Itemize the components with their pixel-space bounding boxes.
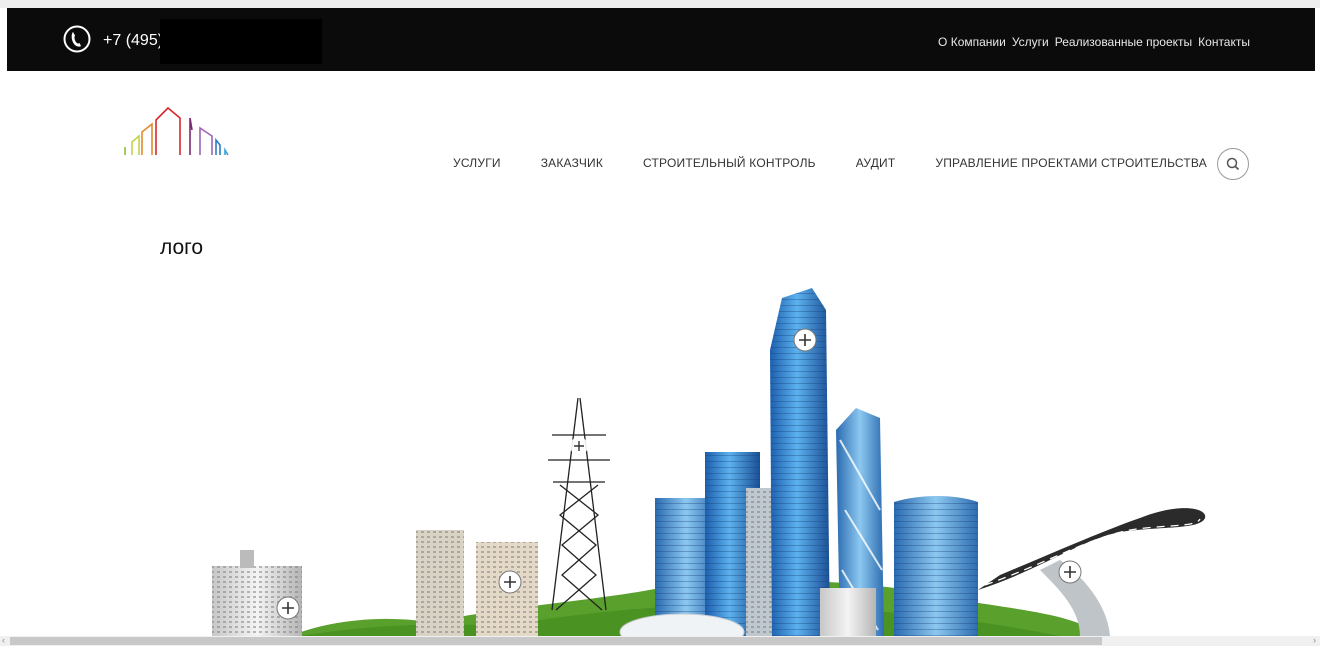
hero-illustration <box>212 288 1206 636</box>
plus-icon <box>1058 560 1082 584</box>
logo-image[interactable] <box>120 100 260 160</box>
top-link-services[interactable]: Услуги <box>1012 35 1049 49</box>
building-grey-small <box>820 588 876 636</box>
top-link-about[interactable]: О Компании <box>938 35 1006 49</box>
building-residential-1 <box>416 530 464 636</box>
scroll-right-icon[interactable]: › <box>1313 635 1316 645</box>
plus-icon <box>793 328 817 352</box>
scrollbar-thumb[interactable] <box>10 637 1102 645</box>
plus-icon <box>276 596 300 620</box>
main-nav: УСЛУГИ ЗАКАЗЧИК СТРОИТЕЛЬНЫЙ КОНТРОЛЬ АУ… <box>453 156 1207 170</box>
logo-caption: лого <box>160 236 204 259</box>
plus-icon <box>498 570 522 594</box>
road <box>978 508 1206 590</box>
top-link-projects[interactable]: Реализованные проекты <box>1055 35 1192 49</box>
nav-item-audit[interactable]: АУДИТ <box>856 156 896 170</box>
top-links: О Компании Услуги Реализованные проекты … <box>938 35 1250 49</box>
search-button[interactable] <box>1217 148 1249 180</box>
top-border <box>0 0 1320 8</box>
search-icon <box>1226 157 1240 171</box>
phone-icon <box>63 25 91 53</box>
top-bar: +7 (495) О Компании Услуги Реализованные… <box>7 8 1315 71</box>
phone-number[interactable]: +7 (495) <box>103 32 163 50</box>
nav-item-client[interactable]: ЗАКАЗЧИК <box>541 156 603 170</box>
power-pylon <box>548 397 610 611</box>
horizontal-scrollbar[interactable]: ‹ › <box>0 635 1320 646</box>
building-low-left <box>212 550 302 636</box>
top-link-contacts[interactable]: Контакты <box>1198 35 1250 49</box>
redacted-block <box>160 19 322 64</box>
scroll-left-icon[interactable]: ‹ <box>2 635 5 645</box>
plus-icon <box>570 437 588 455</box>
nav-item-project-management[interactable]: УПРАВЛЕНИЕ ПРОЕКТАМИ СТРОИТЕЛЬСТВА <box>935 156 1207 170</box>
nav-item-construction-control[interactable]: СТРОИТЕЛЬНЫЙ КОНТРОЛЬ <box>643 156 816 170</box>
nav-item-services[interactable]: УСЛУГИ <box>453 156 501 170</box>
